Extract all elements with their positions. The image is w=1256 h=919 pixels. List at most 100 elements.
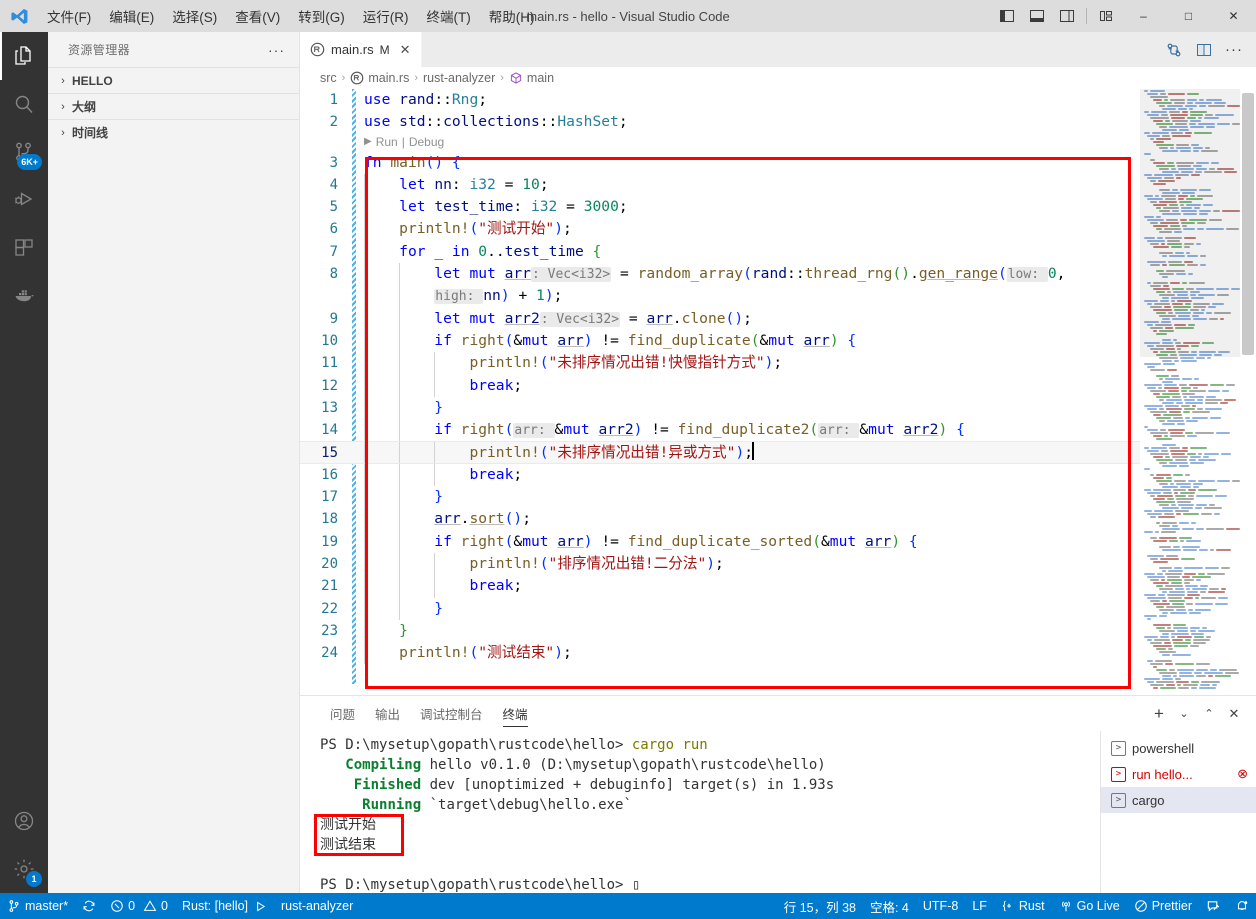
menu-run[interactable]: 运行(R) xyxy=(354,0,418,32)
menu-go[interactable]: 转到(G) xyxy=(289,0,354,32)
activity-item-manage-settings[interactable]: 1 xyxy=(0,845,48,893)
more-actions-icon[interactable]: ··· xyxy=(1220,36,1248,64)
indent-guide xyxy=(399,463,401,487)
split-toggle-icon[interactable] xyxy=(1160,36,1188,64)
menu-selection[interactable]: 选择(S) xyxy=(163,0,226,32)
panel-tab-debug-console[interactable]: 调试控制台 xyxy=(410,696,493,731)
code-line[interactable]: 2 use std::collections::HashSet; xyxy=(300,111,1140,133)
close-panel-icon[interactable]: ✕ xyxy=(1222,701,1246,727)
code-line[interactable]: 18 arr.sort(); xyxy=(300,508,1140,531)
code-line[interactable]: 14 if right(arr: &mut arr2) != find_dupl… xyxy=(300,419,1140,442)
code-lens-run-debug[interactable]: ▶ Run | Debug xyxy=(300,134,1140,152)
activity-item-docker[interactable] xyxy=(0,272,48,320)
terminal-instance-run-hello[interactable]: > run hello... ⊗ xyxy=(1101,761,1256,787)
code-line[interactable]: 5 let test_time: i32 = 3000; xyxy=(300,196,1140,219)
code-line[interactable]: 12 break; xyxy=(300,374,1140,397)
indent-guide xyxy=(399,285,401,308)
status-rust-analyzer[interactable]: rust-analyzer xyxy=(274,893,360,919)
activity-item-run-and-debug[interactable] xyxy=(0,176,48,224)
code-line[interactable]: 22 } xyxy=(300,597,1140,620)
code-line[interactable]: 1 use rand::Rng; xyxy=(300,89,1140,111)
code-line[interactable]: 7 for _ in 0..test_time { xyxy=(300,240,1140,264)
code-line[interactable]: 24 println!("测试结束"); xyxy=(300,642,1140,665)
status-eol[interactable]: LF xyxy=(965,893,994,919)
terminal-instance-powershell[interactable]: > powershell xyxy=(1101,735,1256,761)
window-close-button[interactable]: ✕ xyxy=(1211,0,1256,32)
window-minimize-button[interactable]: – xyxy=(1121,0,1166,32)
editor-viewport[interactable]: 1 use rand::Rng; 2 use std::collections::Ha… xyxy=(300,89,1256,695)
activity-item-explorer[interactable] xyxy=(0,32,48,80)
code-line[interactable]: 3 fn main() { xyxy=(300,152,1140,174)
status-feedback[interactable] xyxy=(1199,893,1228,919)
code-lens-debug[interactable]: Debug xyxy=(409,131,444,153)
breadcrumb-item-main[interactable]: main xyxy=(509,71,554,85)
code-lens-run[interactable]: Run xyxy=(376,131,398,153)
menu-terminal[interactable]: 终端(T) xyxy=(418,0,480,32)
activity-item-extensions[interactable] xyxy=(0,224,48,272)
code-line[interactable]: 4 let nn: i32 = 10; xyxy=(300,173,1140,197)
code-line[interactable]: 10 if right(&mut arr) != find_duplicate(… xyxy=(300,329,1140,353)
code-line[interactable]: 8 let mut arr: Vec<i32> = random_array(r… xyxy=(300,263,1140,286)
code-line[interactable]: 19 if right(&mut arr) != find_duplicate_… xyxy=(300,530,1140,553)
status-rust-project[interactable]: Rust: [hello] xyxy=(175,893,274,919)
panel-tab-terminal[interactable]: 终端 xyxy=(493,696,538,731)
code-line[interactable]: high: nn) + 1); xyxy=(300,285,1140,308)
status-cursor-position[interactable]: 行 15，列 38 xyxy=(777,893,863,919)
code-line[interactable]: 23 } xyxy=(300,619,1140,643)
sidebar-section-outline[interactable]: › 大纲 xyxy=(48,93,299,119)
status-prettier[interactable]: Prettier xyxy=(1127,893,1199,919)
new-terminal-icon[interactable]: + xyxy=(1147,701,1171,727)
menu-help[interactable]: 帮助(H) xyxy=(480,0,544,32)
code-line[interactable]: 9 let mut arr2: Vec<i32> = arr.clone(); xyxy=(300,307,1140,330)
tab-main-rs[interactable]: main.rs M ✕ xyxy=(300,32,422,67)
panel-tab-problems[interactable]: 问题 xyxy=(320,696,365,731)
toggle-panel-icon[interactable] xyxy=(1022,0,1052,32)
code-line[interactable]: 6 println!("测试开始"); xyxy=(300,218,1140,241)
code-line[interactable]: 15 println!("未排序情况出错!异或方式"); xyxy=(300,441,1140,464)
window-maximize-button[interactable]: □ xyxy=(1166,0,1211,32)
menu-file[interactable]: 文件(F) xyxy=(38,0,100,32)
status-notifications[interactable] xyxy=(1228,893,1256,919)
status-encoding[interactable]: UTF-8 xyxy=(916,893,965,919)
maximize-panel-icon[interactable]: ⌃ xyxy=(1197,701,1221,727)
menu-view[interactable]: 查看(V) xyxy=(226,0,289,32)
toggle-secondary-sidebar-icon[interactable] xyxy=(1052,0,1082,32)
play-icon[interactable] xyxy=(254,900,267,913)
close-icon[interactable]: ✕ xyxy=(396,42,411,58)
menu-edit[interactable]: 编辑(E) xyxy=(100,0,163,32)
status-go-live[interactable]: Go Live xyxy=(1052,893,1127,919)
activity-item-accounts[interactable] xyxy=(0,797,48,845)
indent-guide xyxy=(399,530,401,553)
terminal-instance-cargo[interactable]: > cargo xyxy=(1101,787,1256,813)
breadcrumb-item-main-rs[interactable]: main.rs xyxy=(350,71,409,85)
code-line[interactable]: 16 break; xyxy=(300,463,1140,487)
sidebar-section-timeline[interactable]: › 时间线 xyxy=(48,119,299,145)
sidebar-section-hello[interactable]: › HELLO xyxy=(48,67,299,93)
code-line[interactable]: 17 } xyxy=(300,486,1140,509)
activity-item-search[interactable] xyxy=(0,80,48,128)
customize-layout-icon[interactable] xyxy=(1091,0,1121,32)
status-problems[interactable]: 0 0 xyxy=(103,893,175,919)
breadcrumb-item-src[interactable]: src xyxy=(320,71,337,85)
code-line[interactable]: 13 } xyxy=(300,396,1140,420)
split-editor-icon[interactable] xyxy=(1190,36,1218,64)
kill-terminal-icon[interactable]: ⊗ xyxy=(1237,766,1248,782)
toggle-primary-sidebar-icon[interactable] xyxy=(992,0,1022,32)
terminal-instance-list: > powershell > run hello... ⊗ > cargo xyxy=(1100,731,1256,893)
code-line[interactable]: 20 println!("排序情况出错!二分法"); xyxy=(300,552,1140,576)
editor-scrollbar[interactable] xyxy=(1240,89,1256,695)
breadcrumb-item-rust-analyzer[interactable]: rust-analyzer xyxy=(423,71,495,85)
status-sync-changes[interactable] xyxy=(75,893,103,919)
activity-item-source-control[interactable]: 6K+ xyxy=(0,128,48,176)
status-indentation[interactable]: 空格: 4 xyxy=(863,893,916,919)
terminal-output[interactable]: PS D:\mysetup\gopath\rustcode\hello> car… xyxy=(300,731,1100,893)
status-language-mode[interactable]: Rust xyxy=(994,893,1052,919)
code-line[interactable]: 21 break; xyxy=(300,575,1140,598)
panel-tab-output[interactable]: 输出 xyxy=(365,696,410,731)
status-git-branch[interactable]: master* xyxy=(0,893,75,919)
minimap[interactable] xyxy=(1140,89,1240,695)
code-editor[interactable]: 1 use rand::Rng; 2 use std::collections::Ha… xyxy=(300,89,1140,695)
more-actions-icon[interactable]: ··· xyxy=(262,42,291,58)
chevron-down-icon[interactable]: ⌄ xyxy=(1172,701,1196,727)
code-line[interactable]: 11 println!("未排序情况出错!快慢指针方式"); xyxy=(300,352,1140,375)
